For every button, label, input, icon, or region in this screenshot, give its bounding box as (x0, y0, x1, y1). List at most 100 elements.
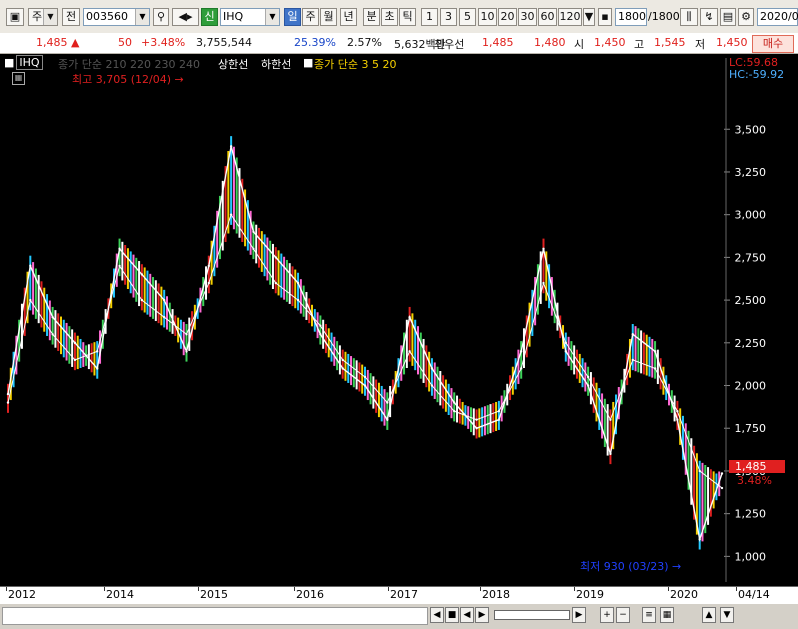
interval-10[interactable]: 10 (478, 8, 497, 26)
interval-1[interactable]: 1 (421, 8, 438, 26)
stop-button[interactable]: ■ (445, 607, 459, 623)
period-day[interactable]: 일 (284, 8, 301, 26)
series-point (653, 350, 657, 353)
series-point (698, 538, 701, 541)
best-ask-label: 최우선 (434, 38, 465, 51)
change-value: 50 (118, 36, 132, 49)
period-year[interactable]: 년 (340, 8, 357, 26)
up-arrow-icon: ▲ (71, 36, 80, 49)
series-point (631, 358, 634, 362)
period-second[interactable]: 초 (381, 8, 398, 26)
legend-ma-short: 종가 단순 3 5 20 (314, 58, 397, 71)
settings-small-icon[interactable]: ▪ (598, 8, 612, 26)
scroll-track[interactable] (2, 607, 428, 625)
bottom-controls: ◀ ■ ◀ ▶ ▶ + − ≡ ▦ ▲ ▼ (0, 604, 798, 629)
interval-3[interactable]: 3 (440, 8, 457, 26)
scroll-right-button[interactable]: ▶ (572, 607, 586, 623)
market-select[interactable]: 주 ▼ (28, 8, 58, 26)
series-point (185, 333, 188, 336)
series-point (586, 384, 590, 387)
series-point (296, 298, 300, 302)
price-chart[interactable]: 3,500 3,250 3,000 2,750 2,500 2,250 2,000 1,750… (0, 54, 798, 604)
x-tick-label: 2019 (576, 588, 604, 601)
low-price: 1,450 (716, 36, 748, 49)
count-input[interactable]: 1800 (615, 8, 647, 26)
grid-button[interactable]: ▦ (660, 607, 674, 623)
interval-60[interactable]: 60 (538, 8, 557, 26)
series-point (519, 367, 523, 370)
series-point (386, 401, 389, 404)
zoom-slider[interactable] (494, 610, 570, 620)
down-button[interactable]: ▼ (720, 607, 734, 623)
x-tick-mark (104, 587, 105, 591)
series-point (51, 315, 54, 319)
series-point (676, 409, 679, 413)
series-point (341, 358, 344, 362)
period-tick[interactable]: 틱 (399, 8, 416, 26)
interval-20[interactable]: 20 (498, 8, 517, 26)
series-point (229, 145, 233, 148)
series-point (73, 341, 77, 345)
high-label: 고 (634, 38, 645, 51)
code-input[interactable]: 003560 ▼ (83, 8, 150, 26)
menu-button[interactable]: ≡ (642, 607, 656, 623)
current-pct-marker: 3.48% (737, 474, 772, 487)
zoom-in-button[interactable]: + (600, 607, 614, 623)
open-label: 시 (574, 38, 585, 51)
period-week[interactable]: 주 (302, 8, 319, 26)
series-point (475, 427, 478, 430)
candle-icon[interactable]: ⫼ (680, 8, 698, 26)
name-input[interactable]: IHQ ▼ (220, 8, 280, 26)
next-button[interactable]: ▶ (475, 607, 489, 623)
series-point (631, 333, 634, 336)
chevron-down-icon: ▼ (43, 9, 57, 25)
legend-hc: HC:-59.92 (729, 68, 785, 81)
search-icon[interactable]: ⚲ (153, 8, 169, 26)
save-icon[interactable]: ▤ (720, 8, 736, 26)
credit-tag[interactable]: 신 (201, 8, 218, 26)
line-tool-icon[interactable]: ↯ (700, 8, 718, 26)
mode-button[interactable]: 전 (62, 8, 80, 26)
interval-dropdown[interactable]: ▼ (583, 8, 595, 26)
period-month[interactable]: 월 (320, 8, 337, 26)
min-annotation: 최저 930 (03/23) → (580, 560, 682, 573)
y-tick-label: 3,250 (735, 166, 767, 179)
series-point (363, 375, 367, 379)
legend-upper: 상한선 (218, 58, 249, 71)
series-point (720, 472, 724, 475)
date-input[interactable]: 2020/0 (757, 8, 798, 26)
change-pct: +3.48% (141, 36, 186, 49)
buy-button[interactable]: 매수 (752, 35, 794, 53)
series-point (96, 367, 99, 370)
series-point (609, 452, 612, 456)
series-point (162, 298, 166, 302)
x-tick-mark (480, 587, 481, 591)
speaker-icon[interactable]: ◀▸ (172, 8, 199, 26)
series-point (430, 384, 434, 387)
prev-button[interactable]: ◀ (460, 607, 474, 623)
series-point (207, 264, 211, 268)
y-tick-label: 2,500 (735, 294, 767, 307)
window-icon[interactable]: ▣ (6, 8, 24, 26)
gear-icon[interactable]: ⚙ (738, 8, 754, 26)
period-minute[interactable]: 분 (363, 8, 380, 26)
scroll-left-button[interactable]: ◀ (430, 607, 444, 623)
interval-30[interactable]: 30 (518, 8, 537, 26)
series-point (29, 298, 32, 302)
series-point (319, 333, 322, 336)
x-tick-mark (574, 587, 575, 591)
series-point (51, 333, 54, 336)
interval-5[interactable]: 5 (459, 8, 476, 26)
series-point (118, 247, 121, 251)
interval-120[interactable]: 120 (558, 8, 582, 26)
zoom-out-button[interactable]: − (616, 607, 630, 623)
up-button[interactable]: ▲ (702, 607, 716, 623)
x-tick-mark (388, 587, 389, 591)
series-point (207, 281, 211, 285)
turnover-rate: 2.57% (347, 36, 382, 49)
x-tick-mark (668, 587, 669, 591)
grid-toggle-icon[interactable]: ▦ (12, 72, 25, 85)
series-point (6, 392, 10, 396)
series-line (7, 146, 723, 543)
series-point (29, 264, 32, 268)
